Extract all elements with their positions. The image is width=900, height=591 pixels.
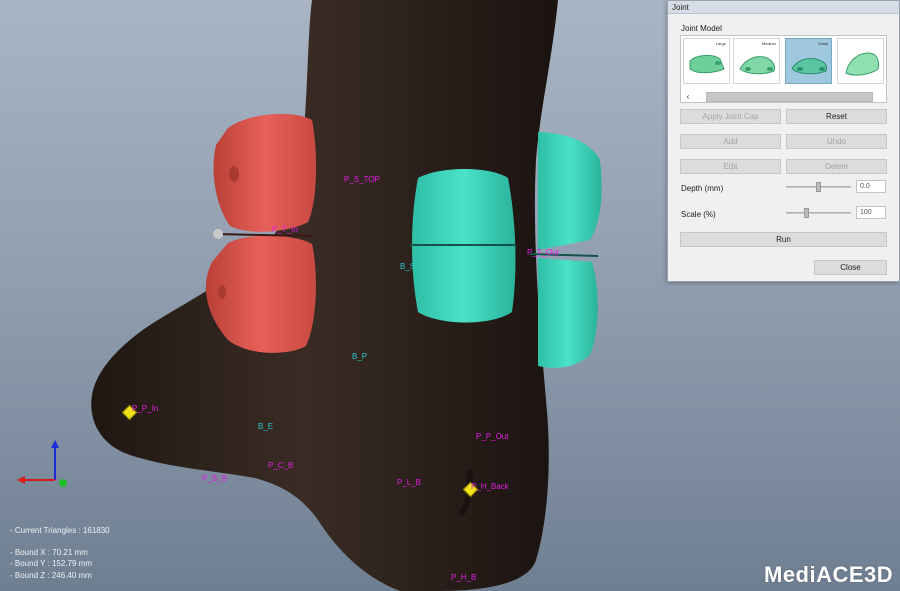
joint-model-label: Joint Model xyxy=(681,24,722,33)
run-button[interactable]: Run xyxy=(680,232,887,247)
label-p-l-b: P_L_B xyxy=(397,478,422,487)
delete-button[interactable]: Delete xyxy=(786,159,887,174)
depth-input[interactable]: 0.0 xyxy=(856,180,886,193)
scale-label: Scale (%) xyxy=(681,210,716,219)
depth-label: Depth (mm) xyxy=(681,184,724,193)
edit-button[interactable]: Edit xyxy=(680,159,781,174)
undo-button[interactable]: Undo xyxy=(786,134,887,149)
stat-bound-y: - Bound Y : 152.79 mm xyxy=(10,559,92,568)
thumb-medium-label: Medium xyxy=(761,41,776,46)
thumb-large[interactable]: Large xyxy=(683,38,730,84)
reset-button[interactable]: Reset xyxy=(786,109,887,124)
close-button[interactable]: Close xyxy=(814,260,887,275)
scale-input[interactable]: 100 xyxy=(856,206,886,219)
label-p-p-out: P_P_Out xyxy=(476,432,509,441)
stat-bound-z: - Bound Z : 246.40 mm xyxy=(10,571,92,580)
stat-bound-x: - Bound X : 70.21 mm xyxy=(10,548,88,557)
thumb-medium[interactable]: Medium xyxy=(733,38,780,84)
label-p-h-b: P_H_B xyxy=(451,573,477,582)
joint-cap-icon xyxy=(845,52,879,76)
stat-triangles: - Current Triangles : 161830 xyxy=(10,526,110,535)
joint-model-gallery: Large Medium Small ‹ xyxy=(680,35,887,103)
label-p-t-out: P_T_Out xyxy=(527,248,560,257)
label-p-c-b: P_C_B xyxy=(268,461,294,470)
depth-slider-handle[interactable] xyxy=(816,182,821,192)
label-p-p-in: P_P_In xyxy=(132,404,159,413)
label-b-p: B_P xyxy=(352,352,368,361)
label-p-s-top: P_S_TOP xyxy=(344,175,380,184)
gallery-scroll-left-icon[interactable]: ‹ xyxy=(683,91,693,102)
label-p-b-b: P_B_B xyxy=(202,474,227,483)
red-joint-upper xyxy=(213,113,317,232)
mediace3d-logo: MediACE3D xyxy=(764,562,894,587)
thumb-small-label: Small xyxy=(817,41,828,46)
axis-gizmo xyxy=(17,440,67,487)
dialog-title: Joint xyxy=(668,1,899,14)
thumb-small[interactable]: Small xyxy=(785,38,832,84)
gallery-scrollbar[interactable] xyxy=(706,92,873,102)
thumb-cap[interactable] xyxy=(837,38,884,84)
label-b-s: B_S xyxy=(400,262,416,271)
label-b-e: B_E xyxy=(258,422,274,431)
add-button[interactable]: Add xyxy=(680,134,781,149)
label-p-h-back: P_H_Back xyxy=(471,482,509,491)
label-p-t-in: P_T_In xyxy=(272,225,298,234)
apply-joint-cap-button[interactable]: Apply Joint Cap xyxy=(680,109,781,124)
joint-dialog: Joint Joint Model Large Medium Small ‹ A… xyxy=(667,0,900,282)
scale-slider-handle[interactable] xyxy=(804,208,809,218)
scale-slider[interactable] xyxy=(786,212,851,214)
teal-joint-side xyxy=(538,132,602,250)
thumb-large-label: Large xyxy=(715,41,726,46)
